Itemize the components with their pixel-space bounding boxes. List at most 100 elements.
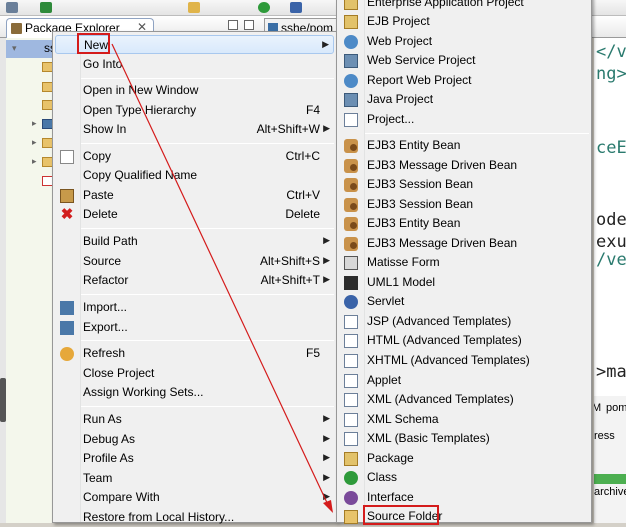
menu-item-close-project[interactable]: Close Project [55, 364, 334, 383]
servlet-icon [344, 295, 358, 309]
submenu-arrow-icon: ▶ [323, 491, 330, 501]
menu-item-ejb3-session-bean[interactable]: EJB3 Session Bean [339, 195, 589, 214]
bottom-tab[interactable]: pom [606, 402, 626, 414]
tree-item[interactable] [0, 58, 54, 76]
expand-arrow-icon[interactable]: ▸ [32, 137, 37, 148]
class-icon [344, 471, 358, 485]
menu-item-uml1-model[interactable]: UML1 Model [339, 273, 589, 292]
menu-item-project[interactable]: Project... [339, 110, 589, 129]
menu-item-run-as[interactable]: Run As ▶ [55, 410, 334, 429]
menu-item-ejb3-entity-bean[interactable]: EJB3 Entity Bean [339, 136, 589, 155]
menu-item-jsp[interactable]: JSP (Advanced Templates) [339, 312, 589, 331]
tree-item[interactable]: ▸ [0, 115, 54, 133]
menu-item-debug-as[interactable]: Debug As ▶ [55, 430, 334, 449]
toolbar-icon[interactable] [290, 2, 302, 13]
menu-item-xml-basic[interactable]: XML (Basic Templates) [339, 429, 589, 448]
tree-item[interactable] [0, 78, 54, 96]
delete-icon: ✖ [60, 206, 74, 223]
archive-label: archive [594, 486, 626, 498]
menu-item-restore-local-history[interactable]: Restore from Local History... [55, 508, 334, 527]
menu-item-label: Web Project [367, 34, 433, 48]
menu-item-servlet[interactable]: Servlet [339, 292, 589, 311]
menu-item-xhtml[interactable]: XHTML (Advanced Templates) [339, 351, 589, 370]
menu-item-shortcut: Delete [285, 207, 320, 221]
menu-item-ejb3-session-bean[interactable]: EJB3 Session Bean [339, 175, 589, 194]
menu-item-label: Compare With [83, 490, 160, 504]
expand-arrow-icon[interactable]: ▸ [32, 156, 37, 167]
menu-item-web-project[interactable]: Web Project [339, 32, 589, 51]
menu-item-ejb3-message-driven-bean[interactable]: EJB3 Message Driven Bean [339, 234, 589, 253]
menu-item-open-new-window[interactable]: Open in New Window [55, 81, 334, 100]
menu-item-label: XHTML (Advanced Templates) [367, 353, 530, 367]
menu-item-refresh[interactable]: Refresh F5 [55, 344, 334, 363]
menu-item-applet[interactable]: Applet [339, 371, 589, 390]
new-submenu: Enterprise Application Project EJB Proje… [336, 0, 592, 524]
menu-item-html[interactable]: HTML (Advanced Templates) [339, 331, 589, 350]
toolbar-icon[interactable] [188, 2, 200, 13]
menu-item-copy[interactable]: Copy Ctrl+C [55, 147, 334, 166]
menu-item-copy-qualified-name[interactable]: Copy Qualified Name [55, 166, 334, 185]
toolbar-icon[interactable] [40, 2, 52, 13]
tree-item-project[interactable]: ▾ ss [0, 40, 56, 58]
menu-item-profile-as[interactable]: Profile As ▶ [55, 449, 334, 468]
menu-item-label: Export... [83, 320, 128, 334]
menu-separator [365, 133, 589, 134]
menu-item-paste[interactable]: Paste Ctrl+V [55, 186, 334, 205]
menu-item-label: Applet [367, 373, 402, 387]
menu-item-label: Debug As [83, 432, 136, 446]
menu-item-java-project[interactable]: Java Project [339, 90, 589, 109]
code-editor[interactable]: </v ng> ceE odeh exus /ve >ma [594, 38, 626, 396]
menu-item-import[interactable]: Import... [55, 298, 334, 317]
menu-item-team[interactable]: Team ▶ [55, 469, 334, 488]
menu-item-go-into[interactable]: Go Into [55, 55, 334, 74]
menu-item-delete[interactable]: ✖ Delete Delete [55, 205, 334, 224]
bean-icon [344, 178, 358, 192]
menu-item-shortcut: Alt+Shift+T [260, 273, 320, 287]
progress-tab[interactable]: ress [594, 430, 615, 442]
menu-item-refactor[interactable]: Refactor Alt+Shift+T ▶ [55, 271, 334, 290]
refresh-icon [60, 347, 74, 361]
menu-item-matisse-form[interactable]: Matisse Form [339, 253, 589, 272]
annotation-box-source-folder [363, 505, 439, 525]
menu-item-label: EJB3 Message Driven Bean [367, 158, 518, 172]
tree-item[interactable]: ▸ [0, 153, 54, 171]
submenu-arrow-icon: ▶ [322, 39, 329, 49]
menu-item-enterprise-application-project[interactable]: Enterprise Application Project [339, 0, 589, 12]
menu-item-source[interactable]: Source Alt+Shift+S ▶ [55, 252, 334, 271]
menu-item-class[interactable]: Class [339, 468, 589, 487]
menu-item-label: HTML (Advanced Templates) [367, 333, 522, 347]
submenu-arrow-icon: ▶ [323, 235, 330, 245]
tree-item[interactable] [0, 96, 54, 114]
menu-item-build-path[interactable]: Build Path ▶ [55, 232, 334, 251]
code-line: exus [596, 232, 626, 252]
menu-item-label: Java Project [367, 92, 434, 106]
toolbar-icon[interactable] [6, 2, 18, 13]
menu-item-label: Delete [83, 207, 118, 221]
menu-item-label: XML (Basic Templates) [367, 431, 490, 445]
menu-item-compare-with[interactable]: Compare With ▶ [55, 488, 334, 507]
menu-item-open-type-hierarchy[interactable]: Open Type Hierarchy F4 [55, 101, 334, 120]
menu-item-ejb3-message-driven-bean[interactable]: EJB3 Message Driven Bean [339, 156, 589, 175]
menu-item-label: Paste [83, 188, 114, 202]
menu-item-package[interactable]: Package [339, 449, 589, 468]
menu-item-ejb-project[interactable]: EJB Project [339, 12, 589, 31]
tree-item[interactable]: ▸ [0, 134, 54, 152]
menu-item-shortcut: F5 [305, 346, 320, 360]
expand-arrow-icon[interactable]: ▾ [12, 43, 17, 54]
menu-item-export[interactable]: Export... [55, 318, 334, 337]
menu-item-xml-schema[interactable]: XML Schema [339, 410, 589, 429]
minimize-view-button[interactable] [228, 20, 238, 30]
menu-item-show-in[interactable]: Show In Alt+Shift+W ▶ [55, 120, 334, 139]
maximize-view-button[interactable] [244, 20, 254, 30]
export-icon [60, 321, 74, 335]
menu-item-assign-working-sets[interactable]: Assign Working Sets... [55, 383, 334, 402]
menu-item-xml-advanced[interactable]: XML (Advanced Templates) [339, 390, 589, 409]
sash-handle[interactable] [0, 378, 6, 422]
toolbar-icon[interactable] [258, 2, 270, 13]
tree-item[interactable] [0, 172, 54, 190]
menu-item-web-service-project[interactable]: Web Service Project [339, 51, 589, 70]
menu-item-ejb3-entity-bean[interactable]: EJB3 Entity Bean [339, 214, 589, 233]
expand-arrow-icon[interactable]: ▸ [32, 118, 37, 129]
bottom-tab[interactable]: M [594, 402, 601, 414]
menu-item-report-web-project[interactable]: Report Web Project [339, 71, 589, 90]
